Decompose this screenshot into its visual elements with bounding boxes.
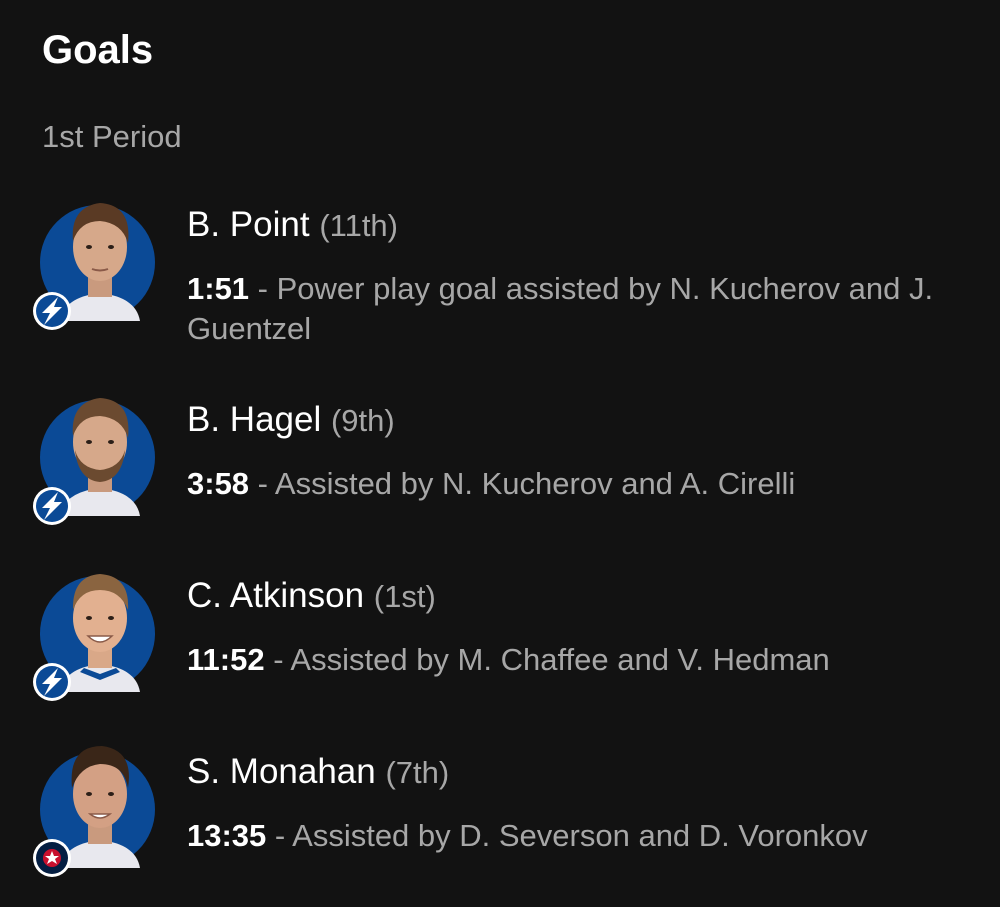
lightning-logo-icon bbox=[33, 487, 71, 525]
goal-time: 13:35 bbox=[187, 818, 267, 853]
goal-time: 1:51 bbox=[187, 271, 250, 306]
player-avatar bbox=[30, 742, 160, 882]
goal-item[interactable]: B. Point (11th) 1:51 - Power play goal a… bbox=[0, 195, 1000, 355]
blue-jackets-logo-icon bbox=[33, 839, 71, 877]
player-avatar bbox=[30, 390, 160, 530]
period-label: 1st Period bbox=[42, 119, 182, 154]
section-title: Goals bbox=[42, 28, 154, 72]
goal-description: 11:52 - Assisted by M. Chaffee and V. He… bbox=[187, 642, 830, 677]
goal-count: (1st) bbox=[373, 579, 436, 614]
lightning-logo-icon bbox=[33, 292, 71, 330]
goal-description: 13:35 - Assisted by D. Severson and D. V… bbox=[187, 818, 868, 853]
player-avatar bbox=[30, 566, 160, 706]
goal-time: 3:58 bbox=[187, 466, 250, 501]
scorer-name: B. Point (11th) bbox=[187, 205, 398, 244]
goal-description: 1:51 - Power play goal assisted by N. Ku… bbox=[187, 271, 934, 346]
goal-description: 3:58 - Assisted by N. Kucherov and A. Ci… bbox=[187, 466, 796, 501]
goal-item[interactable]: C. Atkinson (1st) 11:52 - Assisted by M.… bbox=[0, 566, 1000, 716]
goal-count: (7th) bbox=[385, 755, 450, 790]
goal-item[interactable]: B. Hagel (9th) 3:58 - Assisted by N. Kuc… bbox=[0, 390, 1000, 540]
goal-count: (9th) bbox=[330, 403, 395, 438]
player-avatar bbox=[30, 195, 160, 335]
scorer-name: C. Atkinson (1st) bbox=[187, 576, 436, 615]
goal-time: 11:52 bbox=[187, 642, 265, 677]
scorer-name: B. Hagel (9th) bbox=[187, 400, 395, 439]
lightning-logo-icon bbox=[33, 663, 71, 701]
scorer-name: S. Monahan (7th) bbox=[187, 752, 450, 791]
goal-item[interactable]: S. Monahan (7th) 13:35 - Assisted by D. … bbox=[0, 742, 1000, 892]
goal-count: (11th) bbox=[319, 208, 398, 243]
